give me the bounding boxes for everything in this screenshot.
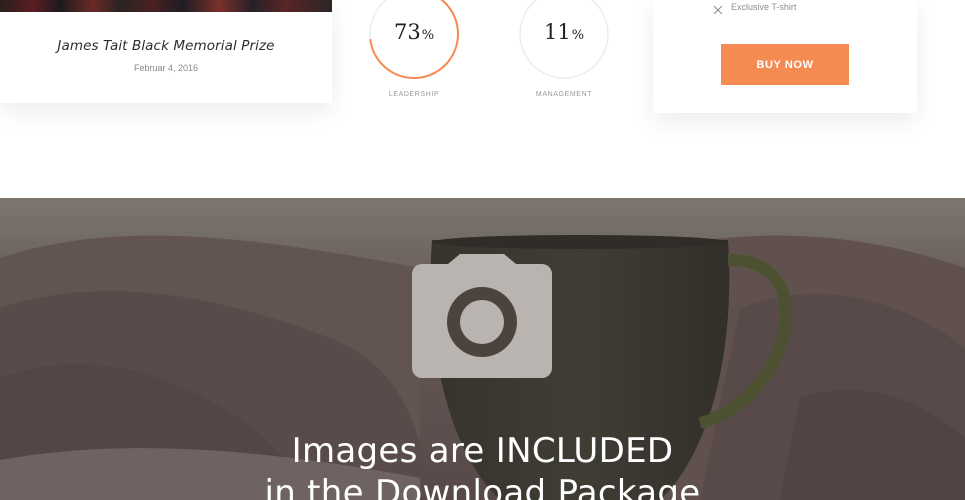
- news-card-date: Februar 4, 2016: [133, 63, 199, 73]
- hero-section: Images are INCLUDED in the Download Pack…: [0, 198, 965, 500]
- news-card-image[interactable]: [0, 0, 332, 12]
- news-card[interactable]: James Tait Black Memorial Prize Februar …: [0, 0, 332, 103]
- stat-number: 73: [393, 20, 421, 44]
- hero-caption-line-2: in the Download Package: [264, 473, 701, 500]
- stat-leadership: 73% LEADERSHIP: [364, 0, 464, 104]
- feature-text: Exclusive T-shirt: [731, 1, 797, 12]
- stat-unit: %: [421, 28, 435, 43]
- stat-value: 11%: [514, 20, 614, 44]
- stat-value: 73%: [364, 20, 464, 44]
- x-icon: [713, 2, 723, 14]
- page: James Tait Black Memorial Prize Februar …: [0, 0, 965, 500]
- stat-number: 11: [543, 20, 571, 44]
- feature-row-excluded: Exclusive T-shirt: [713, 0, 797, 14]
- camera-icon: [412, 254, 552, 378]
- stat-label: LEADERSHIP: [388, 91, 440, 98]
- news-card-title[interactable]: James Tait Black Memorial Prize: [0, 38, 332, 54]
- buy-now-button[interactable]: BUY NOW: [721, 44, 849, 85]
- stat-label: MANAGEMENT: [535, 91, 593, 98]
- stat-unit: %: [571, 28, 585, 43]
- hero-caption-line-1: Images are INCLUDED: [291, 431, 674, 471]
- hero-caption: Images are INCLUDED in the Download Pack…: [0, 430, 965, 500]
- stat-management: 11% MANAGEMENT: [514, 0, 614, 104]
- pricing-card: Exclusive T-shirt BUY NOW: [653, 0, 917, 113]
